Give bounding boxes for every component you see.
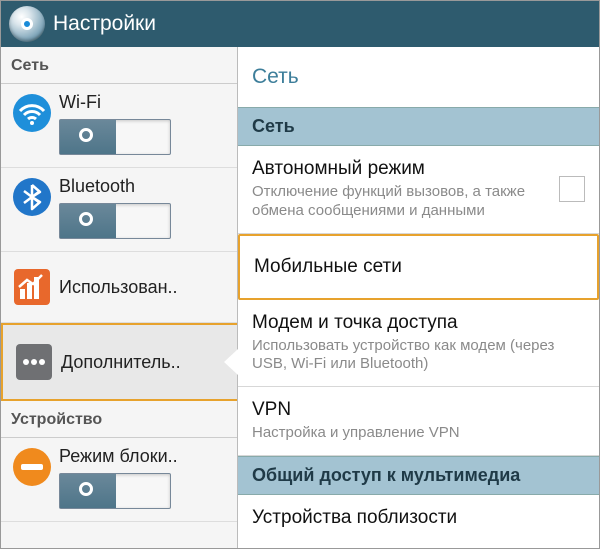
sidebar-section-device: Устройство — [1, 401, 237, 438]
item-subtitle: Настройка и управление VPN — [252, 424, 585, 443]
item-subtitle: Использовать устройство как модем (через… — [252, 337, 585, 375]
settings-icon — [9, 6, 45, 42]
content-item-mobile-networks[interactable]: Мобильные сети — [238, 234, 599, 300]
sidebar-item-label: Использован.. — [59, 277, 178, 298]
content-section-network: Сеть — [238, 107, 599, 146]
item-title: Автономный режим — [252, 158, 549, 180]
item-subtitle: Отключение функций вызовов, а также обме… — [252, 183, 549, 221]
bluetooth-toggle[interactable] — [59, 197, 171, 239]
sidebar-item-bluetooth[interactable]: Bluetooth — [1, 168, 237, 252]
sidebar-item-blocking-mode[interactable]: Режим блоки.. — [1, 438, 237, 522]
app-header: Настройки — [1, 1, 599, 47]
sidebar-item-label: Bluetooth — [59, 176, 135, 197]
content-title: Сеть — [238, 47, 599, 107]
chart-icon — [11, 266, 53, 308]
wifi-icon — [11, 92, 53, 134]
blocking-toggle[interactable] — [59, 467, 171, 509]
sidebar-item-wifi[interactable]: Wi-Fi — [1, 84, 237, 168]
item-title: VPN — [252, 399, 585, 421]
item-title: Модем и точка доступа — [252, 312, 585, 334]
content-item-tethering[interactable]: Модем и точка доступа Использовать устро… — [238, 300, 599, 388]
content-item-airplane[interactable]: Автономный режим Отключение функций вызо… — [238, 146, 599, 234]
sidebar-section-network: Сеть — [1, 47, 237, 84]
sidebar-item-label: Режим блоки.. — [59, 446, 178, 467]
item-title: Устройства поблизости — [252, 507, 585, 529]
sidebar-item-label: Дополнитель.. — [61, 352, 181, 373]
sidebar-item-label: Wi-Fi — [59, 92, 101, 113]
sidebar-item-more[interactable]: Дополнитель.. — [1, 323, 237, 401]
content-pane: Сеть Сеть Автономный режим Отключение фу… — [238, 47, 599, 548]
wifi-toggle[interactable] — [59, 113, 171, 155]
more-icon — [13, 341, 55, 383]
airplane-checkbox[interactable] — [559, 176, 585, 202]
bluetooth-icon — [11, 176, 53, 218]
sidebar: Сеть Wi-Fi — [1, 47, 238, 548]
sidebar-item-data-usage[interactable]: Использован.. — [1, 252, 237, 323]
content-item-nearby[interactable]: Устройства поблизости — [238, 495, 599, 541]
content-section-media: Общий доступ к мультимедиа — [238, 456, 599, 495]
content-item-vpn[interactable]: VPN Настройка и управление VPN — [238, 387, 599, 456]
item-title: Мобильные сети — [254, 256, 583, 278]
app-title: Настройки — [53, 12, 156, 36]
blocking-icon — [11, 446, 53, 488]
